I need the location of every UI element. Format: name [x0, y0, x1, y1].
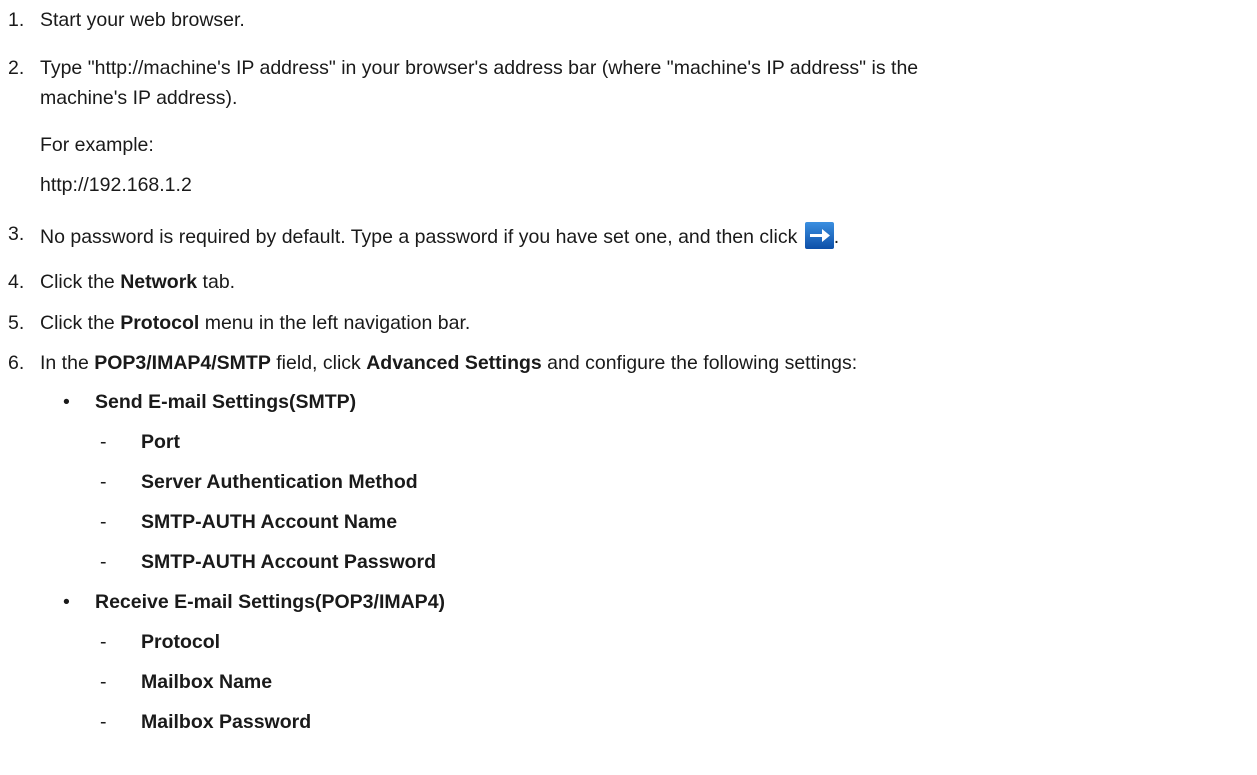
text-segment: tab.	[197, 271, 236, 293]
step-text: Click the Protocol menu in the left navi…	[40, 311, 470, 335]
network-tab-label: Network	[120, 271, 198, 293]
step-text: Type "http://machine's IP address" in yo…	[40, 57, 919, 79]
setting-name: SMTP-AUTH Account Name	[141, 511, 398, 533]
dash: -	[100, 551, 107, 573]
step-text: In the POP3/IMAP4/SMTP field, click Adva…	[40, 351, 857, 375]
setting-name: Mailbox Password	[141, 711, 312, 733]
dash: -	[100, 511, 107, 533]
step-number: 2.	[8, 57, 25, 79]
step-text: Start your web browser.	[40, 9, 245, 31]
text-segment: field, click	[270, 352, 367, 374]
bullet: •	[63, 391, 70, 413]
setting-name: Server Authentication Method	[141, 471, 418, 493]
bullet: •	[63, 591, 70, 613]
settings-group-title: Receive E-mail Settings(POP3/IMAP4)	[95, 591, 446, 613]
setting-name: Protocol	[141, 631, 221, 653]
step-number: 4.	[8, 271, 25, 293]
setting-name: Mailbox Name	[141, 671, 273, 693]
example-url: http://192.168.1.2	[40, 174, 192, 196]
dash: -	[100, 711, 107, 733]
dash: -	[100, 431, 107, 453]
text-segment: Click the	[40, 271, 121, 293]
text-segment: and configure the following settings:	[541, 352, 858, 374]
field-name: POP3/IMAP4/SMTP	[94, 352, 271, 374]
step-text-end: .	[833, 226, 840, 248]
step-text: Click the Network tab.	[40, 270, 235, 294]
dash: -	[100, 631, 107, 653]
protocol-menu-label: Protocol	[120, 312, 200, 334]
step-text-main: No password is required by default. Type…	[40, 226, 803, 248]
text-segment: In the	[40, 352, 95, 374]
step-number: 1.	[8, 9, 25, 31]
example-label: For example:	[40, 134, 154, 156]
text-segment: menu in the left navigation bar.	[199, 312, 471, 334]
step-text-continued: machine's IP address).	[40, 87, 238, 109]
arrow-right-icon	[804, 222, 834, 249]
setting-name: Port	[141, 431, 180, 453]
step-text: No password is required by default. Type…	[40, 222, 839, 249]
step-number: 5.	[8, 312, 25, 334]
setting-name: SMTP-AUTH Account Password	[141, 551, 437, 573]
text-segment: Click the	[40, 312, 121, 334]
advanced-settings-label: Advanced Settings	[366, 352, 542, 374]
settings-group-title: Send E-mail Settings(SMTP)	[95, 391, 357, 413]
step-number: 6.	[8, 352, 25, 374]
dash: -	[100, 471, 107, 493]
step-number: 3.	[8, 223, 25, 245]
dash: -	[100, 671, 107, 693]
